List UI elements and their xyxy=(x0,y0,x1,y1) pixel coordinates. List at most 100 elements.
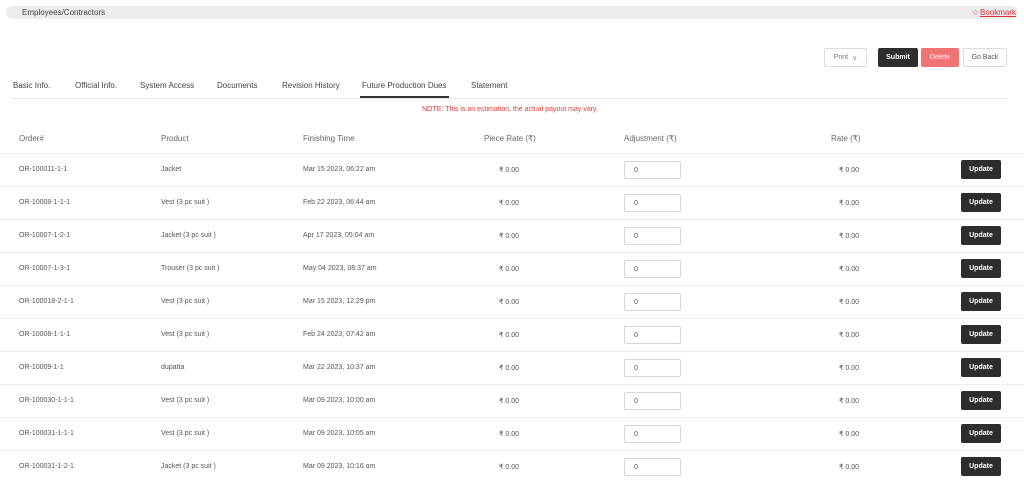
piece-rate: ₹ 0.00 xyxy=(499,299,520,306)
tab-system-access[interactable]: System Access xyxy=(140,81,194,90)
update-button[interactable]: Update xyxy=(961,193,1001,212)
tab-statement[interactable]: Statement xyxy=(471,81,507,90)
breadcrumb-bar: Employees/Contractors ☆Bookmark xyxy=(6,6,1018,19)
finishing-time: May 04 2023, 08:37 am xyxy=(303,265,377,272)
tab-official-info[interactable]: Official Info. xyxy=(75,81,117,90)
tab-revision-history[interactable]: Revision History xyxy=(282,81,340,90)
piece-rate: ₹ 0.00 xyxy=(499,167,520,174)
rate-value: ₹ 0.00 xyxy=(839,398,860,405)
piece-rate: ₹ 0.00 xyxy=(499,266,520,273)
delete-button[interactable]: Delete xyxy=(921,48,959,67)
product-name: Trouser (3 pc suit ) xyxy=(161,265,220,272)
order-number: OR-10009-1-1 xyxy=(19,364,64,371)
bookmark-link[interactable]: ☆Bookmark xyxy=(972,7,1016,18)
adjustment-input[interactable] xyxy=(624,458,681,476)
product-name: Vest (3 pc suit ) xyxy=(161,199,210,206)
update-button[interactable]: Update xyxy=(961,259,1001,278)
table-row: OR-100031-1-1-1 Vest (3 pc suit ) Mar 09 2… xyxy=(0,417,1024,451)
product-name: Jacket (3 pc suit ) xyxy=(161,232,216,239)
order-number: OR-10008-1-1-1 xyxy=(19,199,70,206)
adjustment-input[interactable] xyxy=(624,260,681,278)
finishing-time: Mar 09 2023, 10:05 am xyxy=(303,430,376,437)
table-row: OR-10007-1-3-1 Trouser (3 pc suit ) May 04… xyxy=(0,252,1024,286)
finishing-time: Feb 22 2023, 06:44 am xyxy=(303,199,376,206)
rate-value: ₹ 0.00 xyxy=(839,431,860,438)
submit-button[interactable]: Submit xyxy=(878,48,918,67)
table-row: OR-10009-1-1 dupatta Mar 22 2023, 10:37 am… xyxy=(0,351,1024,385)
estimation-note: NOTE: This is an estimation, the actual … xyxy=(422,106,598,113)
finishing-time: Mar 09 2023, 10:00 am xyxy=(303,397,376,404)
column-header-rate: Rate (₹) xyxy=(831,134,861,143)
finishing-time: Mar 15 2023, 06:22 am xyxy=(303,166,376,173)
tab-documents[interactable]: Documents xyxy=(217,81,257,90)
order-number: OR-100030-1-1-1 xyxy=(19,397,74,404)
adjustment-input[interactable] xyxy=(624,326,681,344)
breadcrumb[interactable]: Employees/Contractors xyxy=(22,7,105,18)
update-button[interactable]: Update xyxy=(961,160,1001,179)
product-name: Vest (3 pc suit ) xyxy=(161,298,210,305)
table-row: OR-100018-2-1-1 Vest (3 pc suit ) Mar 15 2… xyxy=(0,285,1024,319)
order-number: OR-100031-1-2-1 xyxy=(19,463,74,470)
finishing-time: Mar 09 2023, 10:16 am xyxy=(303,463,376,470)
order-number: OR-10007-1-3-1 xyxy=(19,265,70,272)
column-header-order: Order# xyxy=(19,134,44,143)
tab-future-production-dues[interactable]: Future Production Dues xyxy=(360,81,448,98)
update-button[interactable]: Update xyxy=(961,358,1001,377)
adjustment-input[interactable] xyxy=(624,425,681,443)
column-header-product: Product xyxy=(161,134,189,143)
table-row: OR-10008-1-1-1 Vest (3 pc suit ) Feb 24 20… xyxy=(0,318,1024,352)
rate-value: ₹ 0.00 xyxy=(839,332,860,339)
adjustment-input[interactable] xyxy=(624,359,681,377)
table-row: OR-100030-1-1-1 Vest (3 pc suit ) Mar 09 2… xyxy=(0,384,1024,418)
column-header-finishing-time: Finishing Time xyxy=(303,134,355,143)
order-number: OR-100018-2-1-1 xyxy=(19,298,74,305)
adjustment-input[interactable] xyxy=(624,392,681,410)
rate-value: ₹ 0.00 xyxy=(839,167,860,174)
rate-value: ₹ 0.00 xyxy=(839,266,860,273)
update-button[interactable]: Update xyxy=(961,325,1001,344)
order-number: OR-100011-1-1 xyxy=(19,166,68,173)
print-label: Print xyxy=(833,54,849,61)
piece-rate: ₹ 0.00 xyxy=(499,398,520,405)
column-header-adjustment: Adjustment (₹) xyxy=(624,134,677,143)
order-number: OR-10007-1-2-1 xyxy=(19,232,70,239)
piece-rate: ₹ 0.00 xyxy=(499,332,520,339)
finishing-time: Mar 15 2023, 12:29 pm xyxy=(303,298,376,305)
product-name: Jacket xyxy=(161,166,182,173)
update-button[interactable]: Update xyxy=(961,457,1001,476)
piece-rate: ₹ 0.00 xyxy=(499,365,520,372)
update-button[interactable]: Update xyxy=(961,292,1001,311)
adjustment-input[interactable] xyxy=(624,194,681,212)
table-row: OR-100011-1-1 Jacket Mar 15 2023, 06:22 am… xyxy=(0,153,1024,187)
product-name: dupatta xyxy=(161,364,185,371)
bookmark-label: Bookmark xyxy=(979,8,1016,17)
adjustment-input[interactable] xyxy=(624,161,681,179)
tab-bar: Basic Info. Official Info. System Access… xyxy=(12,76,1007,99)
order-number: OR-10008-1-1-1 xyxy=(19,331,70,338)
column-header-piece-rate: Piece Rate (₹) xyxy=(484,134,536,143)
order-number: OR-100031-1-1-1 xyxy=(19,430,74,437)
chevron-down-icon: ∨ xyxy=(852,54,858,62)
finishing-time: Feb 24 2023, 07:42 am xyxy=(303,331,376,338)
print-button[interactable]: Print ∨ xyxy=(824,48,867,67)
product-name: Jacket (3 pc suit ) xyxy=(161,463,216,470)
finishing-time: Mar 22 2023, 10:37 am xyxy=(303,364,376,371)
table-row: OR-10007-1-2-1 Jacket (3 pc suit ) Apr 17 … xyxy=(0,219,1024,253)
rate-value: ₹ 0.00 xyxy=(839,365,860,372)
tab-basic-info[interactable]: Basic Info. xyxy=(13,81,50,90)
update-button[interactable]: Update xyxy=(961,424,1001,443)
rate-value: ₹ 0.00 xyxy=(839,233,860,240)
table-row: OR-10008-1-1-1 Vest (3 pc suit ) Feb 22 20… xyxy=(0,186,1024,220)
finishing-time: Apr 17 2023, 05:04 am xyxy=(303,232,375,239)
piece-rate: ₹ 0.00 xyxy=(499,200,520,207)
adjustment-input[interactable] xyxy=(624,293,681,311)
rate-value: ₹ 0.00 xyxy=(839,200,860,207)
piece-rate: ₹ 0.00 xyxy=(499,431,520,438)
update-button[interactable]: Update xyxy=(961,226,1001,245)
adjustment-input[interactable] xyxy=(624,227,681,245)
rate-value: ₹ 0.00 xyxy=(839,464,860,471)
update-button[interactable]: Update xyxy=(961,391,1001,410)
product-name: Vest (3 pc suit ) xyxy=(161,430,210,437)
star-icon: ☆ xyxy=(971,8,979,17)
go-back-button[interactable]: Go Back xyxy=(963,48,1007,67)
